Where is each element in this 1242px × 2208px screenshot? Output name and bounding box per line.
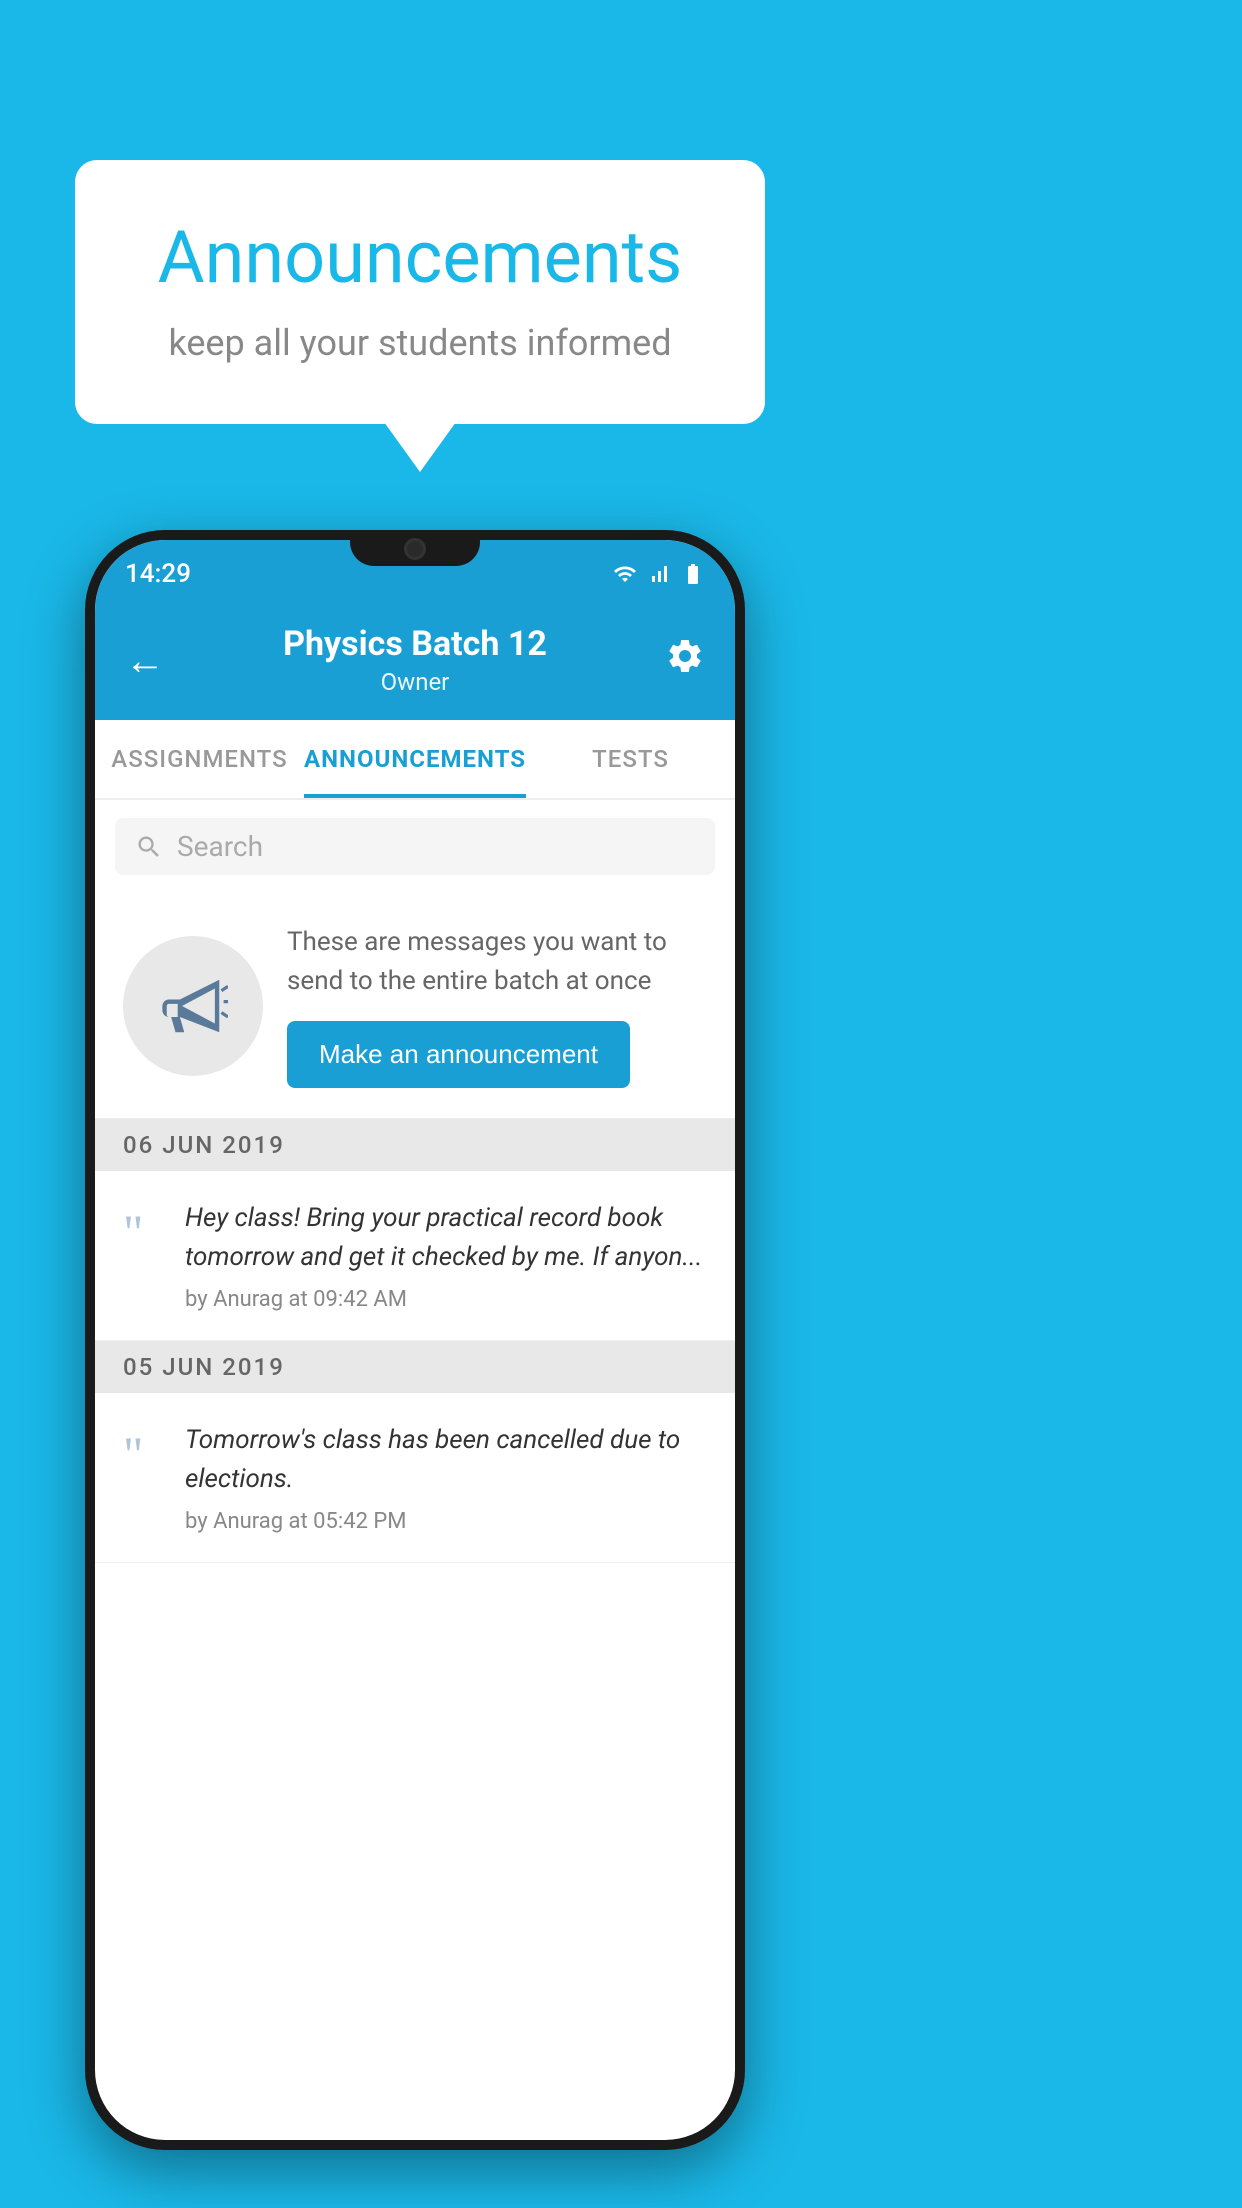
announcement-promo: These are messages you want to send to t… [95,893,735,1119]
announcement-meta-1: by Anurag at 09:42 AM [185,1287,707,1312]
wifi-icon [613,562,637,586]
front-camera [404,538,426,560]
batch-role: Owner [283,668,547,696]
app-header: ← Physics Batch 12 Owner [95,600,735,720]
make-announcement-button[interactable]: Make an announcement [287,1021,630,1088]
settings-button[interactable] [665,636,705,685]
bubble-title: Announcements [135,215,705,300]
search-input[interactable]: Search [115,818,715,875]
announcement-content-2: Tomorrow's class has been cancelled due … [185,1421,707,1534]
phone-screen: 14:29 ← [95,540,735,2140]
search-placeholder-text: Search [177,830,263,863]
megaphone-icon [158,971,228,1041]
quote-icon-1: " [123,1207,163,1257]
batch-title: Physics Batch 12 [283,624,547,664]
header-title-area: Physics Batch 12 Owner [283,624,547,696]
announcement-item-2[interactable]: " Tomorrow's class has been cancelled du… [95,1393,735,1563]
announcement-meta-2: by Anurag at 05:42 PM [185,1509,707,1534]
battery-icon [681,562,705,586]
tab-tests[interactable]: TESTS [526,720,735,798]
gear-icon [665,636,705,676]
promo-icon-circle [123,936,263,1076]
date-divider-2: 05 JUN 2019 [95,1341,735,1393]
phone-device: 14:29 ← [85,530,745,2150]
speech-bubble: Announcements keep all your students inf… [75,160,765,424]
promo-description: These are messages you want to send to t… [287,923,707,1001]
signal-icon [647,562,671,586]
tab-assignments[interactable]: ASSIGNMENTS [95,720,304,798]
tabs-bar: ASSIGNMENTS ANNOUNCEMENTS TESTS [95,720,735,800]
bubble-subtitle: keep all your students informed [135,322,705,364]
announcement-text-1: Hey class! Bring your practical record b… [185,1199,707,1277]
announcement-item-1[interactable]: " Hey class! Bring your practical record… [95,1171,735,1341]
quote-icon-2: " [123,1429,163,1479]
back-button[interactable]: ← [125,637,165,684]
tab-announcements[interactable]: ANNOUNCEMENTS [304,720,526,798]
announcement-content-1: Hey class! Bring your practical record b… [185,1199,707,1312]
search-icon [135,833,163,861]
phone-notch [350,530,480,566]
status-icons [613,562,705,586]
promo-content: These are messages you want to send to t… [287,923,707,1088]
announcement-text-2: Tomorrow's class has been cancelled due … [185,1421,707,1499]
search-container: Search [95,800,735,893]
status-time: 14:29 [125,559,191,589]
date-divider-1: 06 JUN 2019 [95,1119,735,1171]
